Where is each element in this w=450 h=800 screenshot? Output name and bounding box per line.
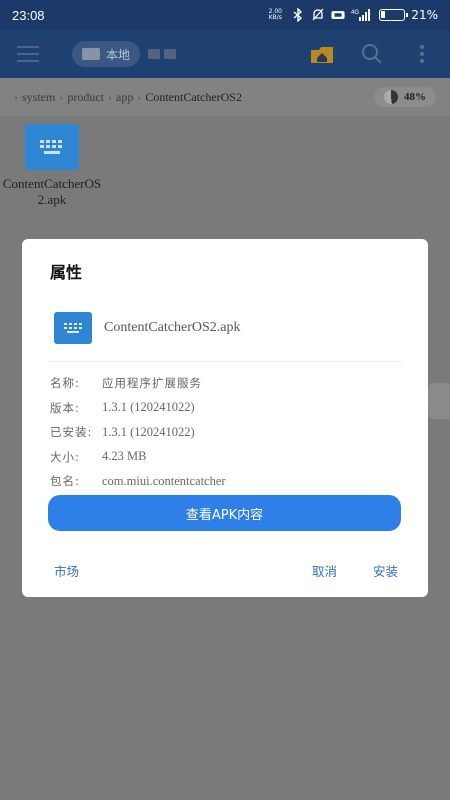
dialog-actions: 市场 取消 安装 xyxy=(54,561,398,580)
dialog-actions-right: 取消 安装 xyxy=(312,561,398,580)
property-value: com.miui.contentcatcher xyxy=(102,473,226,488)
location-label: 本地 xyxy=(106,47,131,62)
property-value: 4.23 MB xyxy=(102,449,147,464)
breadcrumb-item-current[interactable]: ContentCatcherOS2 xyxy=(145,90,242,105)
breadcrumb-item[interactable]: product xyxy=(67,90,104,105)
storage-icon xyxy=(82,48,100,60)
home-folder-button[interactable] xyxy=(308,40,336,68)
search-button[interactable] xyxy=(358,40,386,68)
mute-icon xyxy=(311,8,325,22)
network-speed-unit: KB/s xyxy=(268,14,282,21)
property-row-size: 大小: 4.23 MB xyxy=(50,445,408,470)
search-icon xyxy=(362,44,382,64)
dialog-file-header: ContentCatcherOS2.apk xyxy=(54,312,240,344)
toolbar-actions xyxy=(308,40,436,68)
view-toggle-icon[interactable] xyxy=(148,49,161,59)
side-drawer-handle[interactable] xyxy=(428,383,450,419)
property-list: 名称: 应用程序扩展服务 版本: 1.3.1 (120241022) 已安装: … xyxy=(50,371,408,494)
folder-icon[interactable] xyxy=(164,49,177,59)
file-name: ContentCatcherOS2.apk xyxy=(2,176,102,207)
network-speed: 2.00 KB/s xyxy=(265,9,285,21)
property-key: 已安装: xyxy=(50,425,93,440)
battery-icon xyxy=(379,9,409,21)
apk-file-icon xyxy=(25,124,79,170)
hamburger-icon xyxy=(17,46,39,62)
battery-percent: 21% xyxy=(411,8,438,22)
location-chip[interactable]: 本地 xyxy=(72,41,141,67)
chevron-right-icon: › xyxy=(137,89,142,104)
breadcrumb-item[interactable]: app xyxy=(116,90,133,105)
status-time: 23:08 xyxy=(12,7,45,23)
battery-fill xyxy=(381,11,386,18)
chevron-right-icon: › xyxy=(14,89,18,104)
more-vertical-icon xyxy=(420,45,424,63)
home-folder-icon xyxy=(311,47,333,63)
file-tile[interactable]: ContentCatcherOS2.apk xyxy=(0,124,104,208)
app-toolbar: 本地 xyxy=(0,30,450,78)
breadcrumb: › system › product › app › ContentCatche… xyxy=(0,78,450,116)
storage-percent: 48% xyxy=(404,91,426,103)
breadcrumb-item[interactable]: system xyxy=(22,90,55,105)
property-key: 名称: xyxy=(50,376,80,391)
bluetooth-icon xyxy=(291,8,305,22)
cancel-button[interactable]: 取消 xyxy=(312,561,337,580)
property-key: 大小: xyxy=(50,449,80,464)
property-row-package: 包名: com.miui.contentcatcher xyxy=(50,469,408,494)
property-row-version: 版本: 1.3.1 (120241022) xyxy=(50,396,408,421)
pie-chart-icon xyxy=(384,90,398,104)
install-button[interactable]: 安装 xyxy=(373,561,398,580)
dialog-file-name: ContentCatcherOS2.apk xyxy=(104,320,241,335)
property-row-name: 名称: 应用程序扩展服务 xyxy=(50,371,408,396)
svg-text:4G: 4G xyxy=(351,10,359,16)
status-icons: 2.00 KB/s 4G 21% xyxy=(265,8,438,22)
divider xyxy=(48,361,402,362)
storage-usage-badge[interactable]: 48% xyxy=(374,87,436,107)
property-value: 应用程序扩展服务 xyxy=(102,376,202,391)
chevron-right-icon: › xyxy=(108,89,112,104)
dialog-title: 属性 xyxy=(50,263,83,282)
market-button[interactable]: 市场 xyxy=(54,561,79,580)
view-apk-contents-button[interactable]: 查看APK内容 xyxy=(48,495,401,531)
more-button[interactable] xyxy=(408,40,436,68)
property-value: 1.3.1 (120241022) xyxy=(102,400,195,415)
property-key: 包名: xyxy=(50,474,80,489)
apk-file-icon xyxy=(54,312,92,344)
properties-dialog: 属性 ContentCatcherOS2.apk 名称: 应用程序扩展服务 版本… xyxy=(22,239,428,597)
property-value: 1.3.1 (120241022) xyxy=(102,424,195,439)
signal-icon: 4G xyxy=(351,8,373,22)
chevron-right-icon: › xyxy=(59,89,64,104)
property-key: 版本: xyxy=(50,400,80,415)
menu-button[interactable] xyxy=(14,40,42,68)
property-row-installed: 已安装: 1.3.1 (120241022) xyxy=(50,420,408,445)
hd-icon xyxy=(331,8,345,22)
status-bar: 23:08 2.00 KB/s 4G 21% xyxy=(0,0,450,30)
